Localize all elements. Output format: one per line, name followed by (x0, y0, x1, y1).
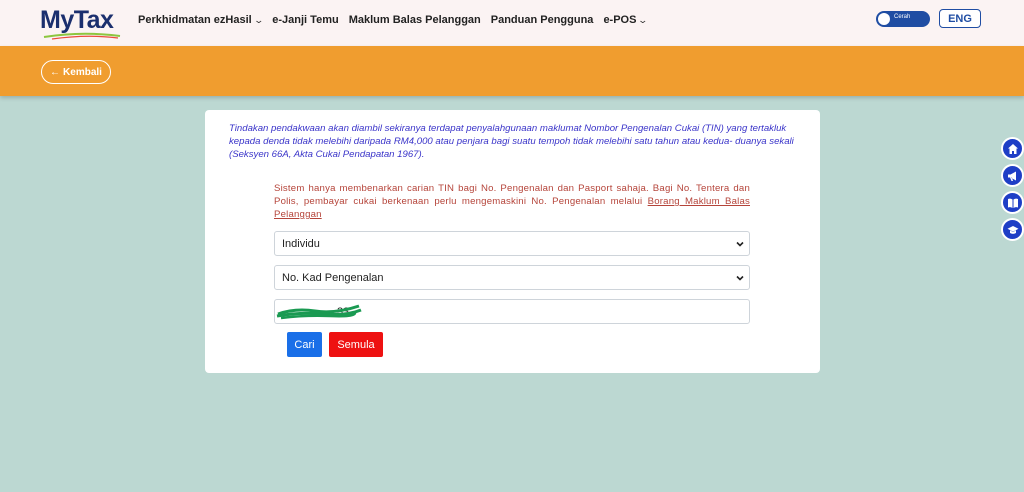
back-label: Kembali (63, 66, 102, 78)
nav-perkhidmatan-ezhasil[interactable]: Perkhidmatan ezHasil ⌄ (138, 14, 264, 26)
back-button[interactable]: ← Kembali (41, 60, 111, 84)
graduation-cap-icon[interactable] (1001, 218, 1024, 241)
top-header: MyTax Perkhidmatan ezHasil ⌄ e-Janji Tem… (0, 0, 1024, 46)
nav-e-janji-temu[interactable]: e-Janji Temu (272, 14, 338, 26)
theme-toggle[interactable]: Cerah (876, 11, 930, 27)
category-select-value: Individu (282, 237, 320, 250)
redaction-scribble (276, 304, 362, 320)
chevron-down-icon: ⌄ (637, 14, 649, 25)
home-icon[interactable] (1001, 137, 1024, 160)
main-nav: Perkhidmatan ezHasil ⌄ e-Janji Temu Makl… (138, 14, 649, 26)
id-number-input[interactable]: 33 (274, 299, 750, 324)
id-type-select[interactable]: No. Kad Pengenalan (274, 265, 750, 290)
megaphone-icon[interactable] (1001, 164, 1024, 187)
arrow-left-icon: ← (50, 66, 61, 78)
chevron-down-icon (736, 241, 744, 247)
chevron-down-icon: ⌄ (253, 14, 264, 25)
mytax-logo[interactable]: MyTax (40, 6, 121, 40)
nav-label: e-Janji Temu (272, 14, 339, 26)
logo-swoosh-icon (43, 32, 121, 40)
reset-button[interactable]: Semula (329, 332, 383, 357)
search-notice: Sistem hanya membenarkan carian TIN bagi… (274, 182, 750, 221)
legal-warning: Tindakan pendakwaan akan diambil sekiran… (229, 123, 794, 160)
book-icon[interactable] (1001, 191, 1024, 214)
nav-label: e-POS (603, 14, 637, 26)
category-select[interactable]: Individu (274, 231, 750, 256)
toggle-knob (878, 13, 890, 25)
nav-maklum-balas-pelanggan[interactable]: Maklum Balas Pelanggan (349, 14, 481, 26)
tin-search-card: Tindakan pendakwaan akan diambil sekiran… (205, 110, 820, 373)
nav-e-pos[interactable]: e-POS ⌄ (603, 14, 649, 26)
nav-panduan-pengguna[interactable]: Panduan Pengguna (491, 14, 594, 26)
nav-label: Perkhidmatan ezHasil (138, 14, 252, 26)
toggle-label: Cerah (894, 14, 911, 20)
language-button[interactable]: ENG (939, 9, 981, 28)
search-button[interactable]: Cari (287, 332, 322, 357)
logo-text: MyTax (40, 6, 114, 34)
id-type-select-value: No. Kad Pengenalan (282, 271, 384, 284)
chevron-down-icon (736, 275, 744, 281)
nav-label: Panduan Pengguna (490, 14, 594, 26)
orange-banner: ← Kembali (0, 46, 1024, 96)
nav-label: Maklum Balas Pelanggan (348, 14, 481, 26)
